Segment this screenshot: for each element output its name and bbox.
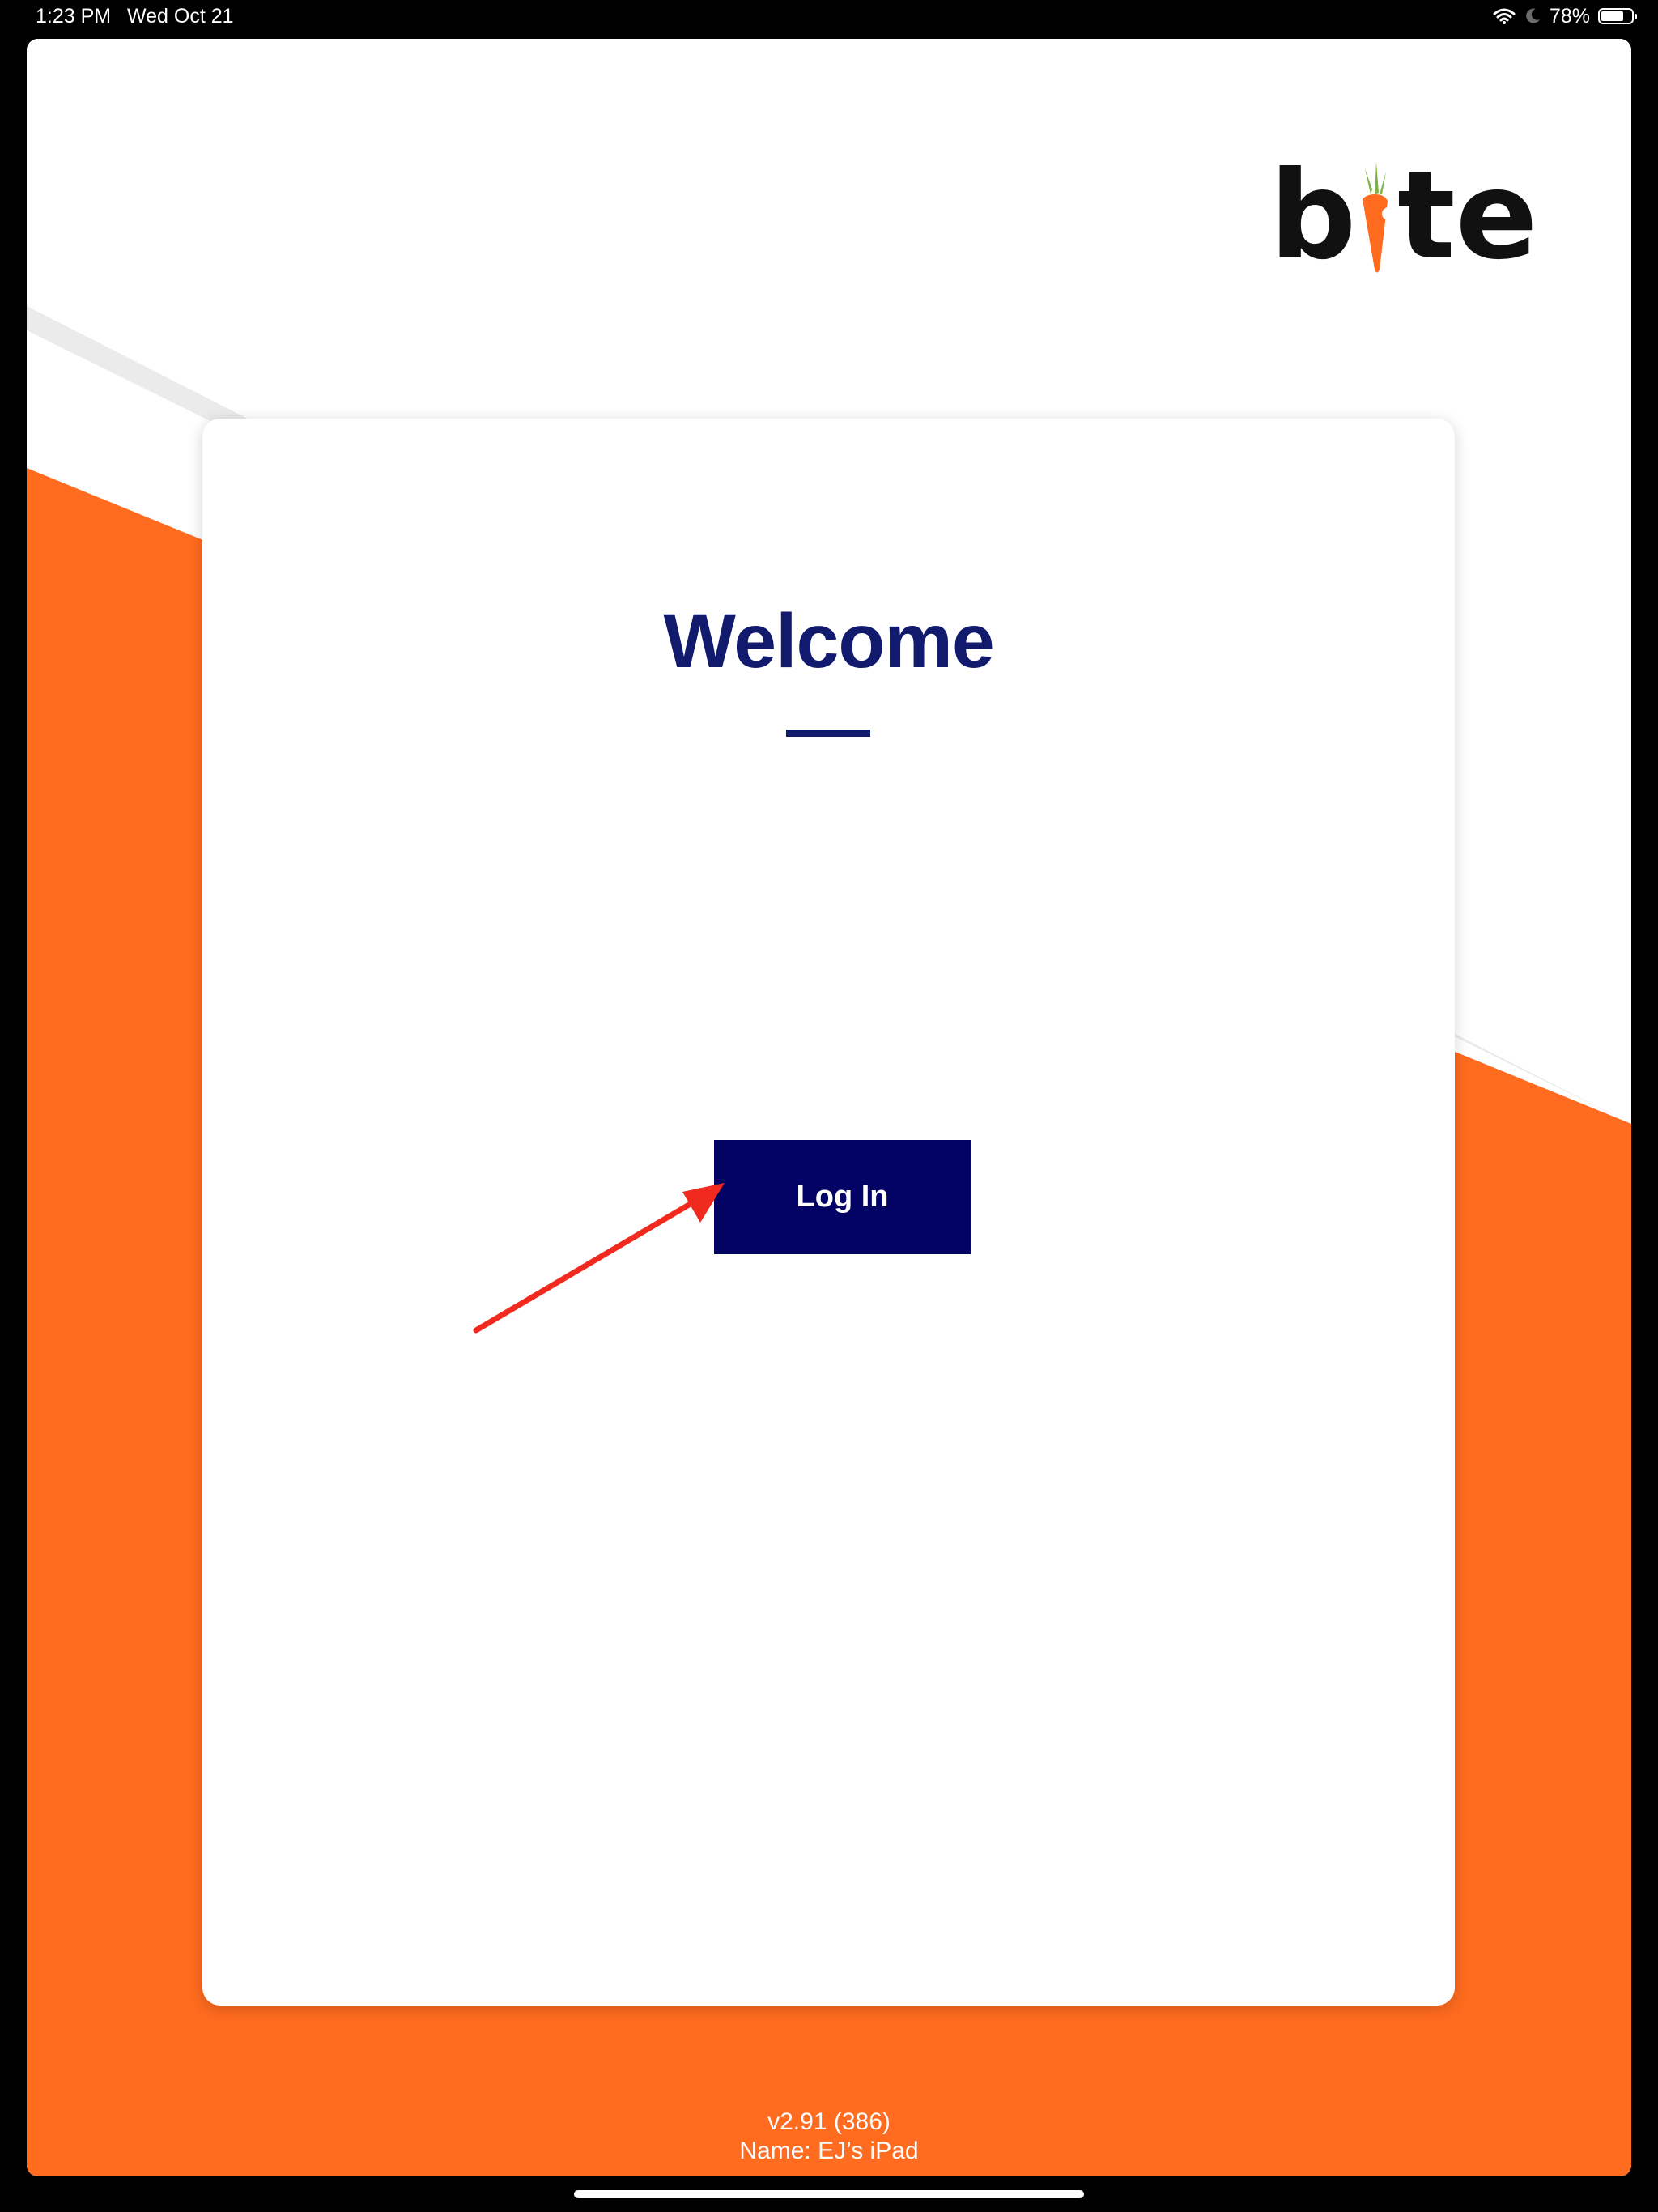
login-button[interactable]: Log In <box>714 1140 971 1254</box>
app-version: v2.91 (386) <box>767 2108 891 2135</box>
wifi-icon <box>1493 8 1516 24</box>
version-info: v2.91 (386) Name: EJ’s iPad <box>27 2108 1631 2166</box>
svg-text:b: b <box>1269 146 1356 287</box>
moon-icon <box>1526 8 1540 23</box>
title-underline <box>786 730 870 737</box>
bite-logo: b te <box>1269 136 1537 314</box>
welcome-title: Welcome <box>663 598 994 684</box>
status-bar: 1:23 PM Wed Oct 21 78% <box>0 0 1658 36</box>
status-time: 1:23 PM <box>36 5 112 28</box>
welcome-card: Welcome Log In <box>202 419 1455 2006</box>
status-date: Wed Oct 21 <box>127 5 234 28</box>
app-window: b te Welcome Log In v2.91 (386) Name: EJ… <box>27 39 1631 2176</box>
battery-percentage: 78% <box>1549 5 1590 28</box>
status-indicators: 78% <box>1493 0 1637 32</box>
device-name: Name: EJ’s iPad <box>739 2138 919 2164</box>
svg-text:te: te <box>1397 146 1537 287</box>
home-indicator[interactable] <box>574 2190 1084 2198</box>
battery-icon <box>1598 8 1637 24</box>
